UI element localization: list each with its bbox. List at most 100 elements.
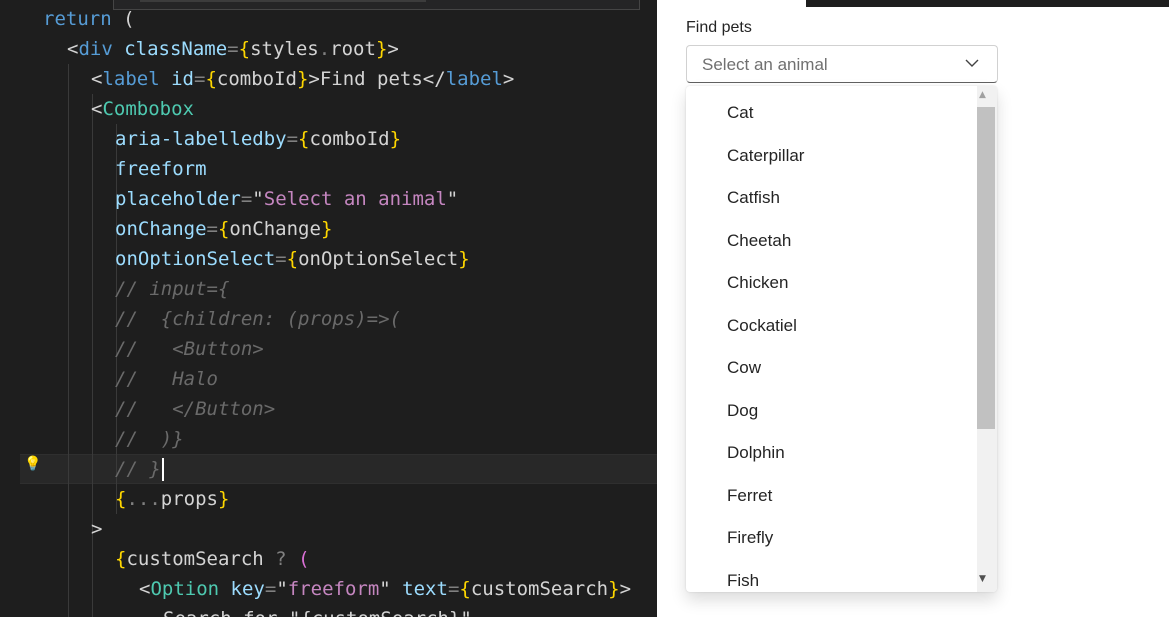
code-token: label — [445, 68, 503, 90]
code-token: = — [286, 128, 299, 150]
code-line[interactable]: {customSearch ? ( — [115, 544, 310, 574]
code-token: { — [459, 578, 471, 600]
options-listbox[interactable]: Cat Caterpillar Catfish Cheetah Chicken Cocka… — [686, 86, 997, 592]
option-item[interactable]: Dolphin — [727, 438, 785, 468]
code-line[interactable]: // <Button> — [115, 334, 264, 364]
code-token: { — [115, 548, 127, 570]
code-token: ... — [126, 488, 161, 510]
code-line[interactable]: // )} — [115, 424, 184, 454]
code-line[interactable]: <Combobox — [91, 94, 194, 124]
code-token: Combobox — [102, 98, 194, 120]
animal-combobox[interactable]: Select an animal — [686, 45, 998, 83]
code-line[interactable]: onChange={onChange} — [115, 214, 332, 244]
code-line[interactable]: > — [91, 514, 102, 544]
scroll-down-arrow-icon[interactable]: ▼ — [979, 574, 986, 584]
code-token: > — [387, 38, 399, 60]
code-token: freeform — [287, 578, 380, 600]
code-line[interactable]: // } — [115, 454, 161, 484]
code-line[interactable]: // {children: (props)=>( — [115, 304, 401, 334]
code-token: placeholder — [115, 188, 241, 210]
code-line[interactable]: freeform — [115, 154, 207, 184]
text-caret — [162, 458, 164, 481]
code-token: = — [275, 248, 287, 270]
code-token: comboId — [309, 128, 390, 150]
option-item[interactable]: Caterpillar — [727, 141, 804, 171]
scroll-up-arrow-icon[interactable]: ▲ — [979, 90, 986, 100]
code-line[interactable]: // </Button> — [115, 394, 275, 424]
code-token: = — [240, 188, 253, 210]
code-token: // } — [115, 458, 161, 480]
code-token: = — [193, 68, 206, 90]
option-item[interactable]: Cockatiel — [727, 311, 797, 341]
find-widget — [113, 0, 640, 10]
code-token: ( — [298, 548, 310, 570]
code-line[interactable]: <Option key="freeform" text={customSearc… — [139, 574, 631, 604]
code-token: // {children: (props)=>( — [115, 308, 401, 330]
code-line[interactable]: placeholder="Select an animal" — [115, 184, 458, 214]
code-token: onOptionSelect — [298, 248, 459, 270]
preview-pane: Find pets Select an animal Cat Caterpilla… — [676, 0, 1169, 617]
code-token: { — [217, 218, 230, 240]
lightbulb-icon[interactable]: 💡 — [24, 455, 42, 473]
code-token: = — [227, 38, 239, 60]
code-token: = — [206, 218, 218, 240]
code-token: customSearch — [126, 548, 264, 570]
code-token: // )} — [115, 428, 184, 450]
code-token: < — [91, 68, 103, 90]
code-line[interactable]: // input={ — [115, 274, 229, 304]
indent-guide — [68, 64, 69, 617]
code-token: " — [252, 188, 264, 210]
code-token: } — [217, 488, 230, 510]
code-line[interactable]: return ( — [43, 4, 135, 34]
option-item[interactable]: Dog — [727, 396, 758, 426]
preview-top-bar — [806, 0, 1169, 7]
code-token: // </Button> — [115, 398, 276, 420]
code-token: onChange — [229, 218, 321, 240]
code-token: } — [320, 218, 333, 240]
code-token: > — [91, 518, 103, 540]
code-token: { — [298, 128, 310, 150]
code-token: key — [219, 578, 265, 600]
option-item[interactable]: Chicken — [727, 268, 788, 298]
option-item[interactable]: Catfish — [727, 183, 780, 213]
code-token: // <Button> — [115, 338, 264, 360]
code-token: root — [330, 38, 376, 60]
code-token: . — [318, 38, 331, 60]
code-line[interactable]: <label id={comboId}>Find pets</label> — [91, 64, 514, 94]
code-token: = — [447, 578, 460, 600]
code-token: label — [102, 68, 160, 90]
code-token: ( — [111, 8, 135, 30]
code-token: return — [43, 8, 112, 30]
code-token: onOptionSelect — [115, 248, 276, 270]
code-token: // Halo — [115, 368, 218, 390]
option-item[interactable]: Cat — [727, 98, 753, 128]
option-item[interactable]: Fish — [727, 566, 759, 593]
chevron-down-icon[interactable] — [965, 59, 979, 68]
option-item[interactable]: Firefly — [727, 523, 773, 553]
option-item[interactable]: Cow — [727, 353, 761, 383]
code-token: " — [379, 578, 391, 600]
option-item[interactable]: Cheetah — [727, 226, 791, 256]
code-token: } — [296, 68, 309, 90]
code-line[interactable]: <div className={styles.root}> — [67, 34, 399, 64]
code-token: onChange — [115, 218, 207, 240]
code-line[interactable]: aria-labelledby={comboId} — [115, 124, 401, 154]
code-line[interactable]: // Halo — [115, 364, 218, 394]
code-line[interactable]: {...props} — [115, 484, 229, 514]
code-line[interactable]: Search for "{customSearch}" — [163, 604, 472, 617]
combobox-placeholder[interactable]: Select an animal — [702, 46, 828, 82]
option-item[interactable]: Ferret — [727, 481, 772, 511]
code-token: < — [67, 38, 79, 60]
code-token: } — [389, 128, 402, 150]
listbox-scrollbar-thumb[interactable] — [977, 107, 995, 429]
code-token: div — [78, 38, 113, 60]
code-token: freeform — [115, 158, 207, 180]
code-token: className — [112, 38, 228, 60]
code-token: } — [608, 578, 620, 600]
code-editor[interactable]: 💡 return (<div className={styles.root}> <… — [0, 0, 657, 617]
code-token: { — [205, 68, 217, 90]
code-line[interactable]: onOptionSelect={onOptionSelect} — [115, 244, 470, 274]
code-token: > — [619, 578, 632, 600]
code-token: id — [159, 68, 194, 90]
code-token: comboId — [216, 68, 297, 90]
